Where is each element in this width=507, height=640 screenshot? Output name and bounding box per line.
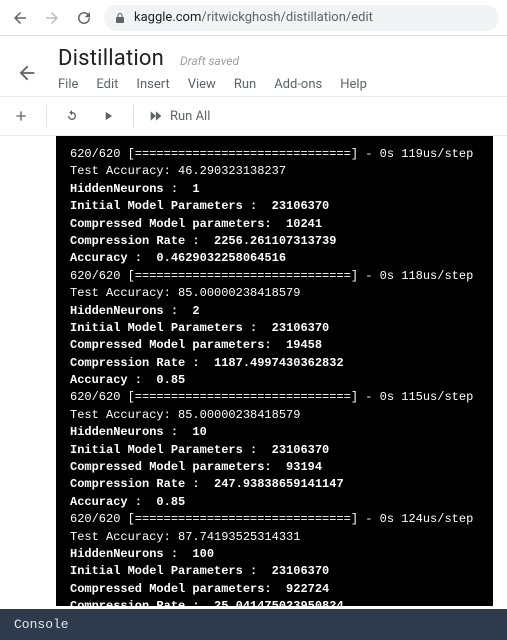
console-bar[interactable]: Console <box>0 609 507 640</box>
draft-status: Draft saved <box>180 54 239 68</box>
browser-back-button[interactable] <box>8 6 32 30</box>
run-all-button[interactable]: Run All <box>148 108 210 124</box>
browser-forward-button[interactable] <box>40 6 64 30</box>
toolbar-divider <box>46 105 47 127</box>
url-text: kaggle.com/ritwickghosh/distillation/edi… <box>134 10 373 25</box>
menu-bar: File Edit Insert View Run Add-ons Help <box>58 71 367 96</box>
menu-addons[interactable]: Add-ons <box>274 77 322 92</box>
menu-edit[interactable]: Edit <box>96 77 118 92</box>
browser-url-bar[interactable]: kaggle.com/ritwickghosh/distillation/edi… <box>104 5 499 31</box>
page-back-button[interactable] <box>16 62 38 84</box>
menu-file[interactable]: File <box>58 77 78 92</box>
cell-output: 620/620 [==============================]… <box>56 136 493 606</box>
add-cell-button[interactable] <box>10 105 32 127</box>
menu-view[interactable]: View <box>188 77 216 92</box>
run-button[interactable] <box>97 105 119 127</box>
menu-run[interactable]: Run <box>234 77 256 92</box>
browser-reload-button[interactable] <box>72 6 96 30</box>
menu-insert[interactable]: Insert <box>136 77 169 92</box>
menu-help[interactable]: Help <box>340 77 367 92</box>
restart-button[interactable] <box>61 105 83 127</box>
run-all-label: Run All <box>170 109 210 124</box>
console-label: Console <box>14 617 69 632</box>
page-title[interactable]: Distillation <box>58 46 164 71</box>
lock-icon <box>114 12 126 24</box>
toolbar-divider <box>133 105 134 127</box>
